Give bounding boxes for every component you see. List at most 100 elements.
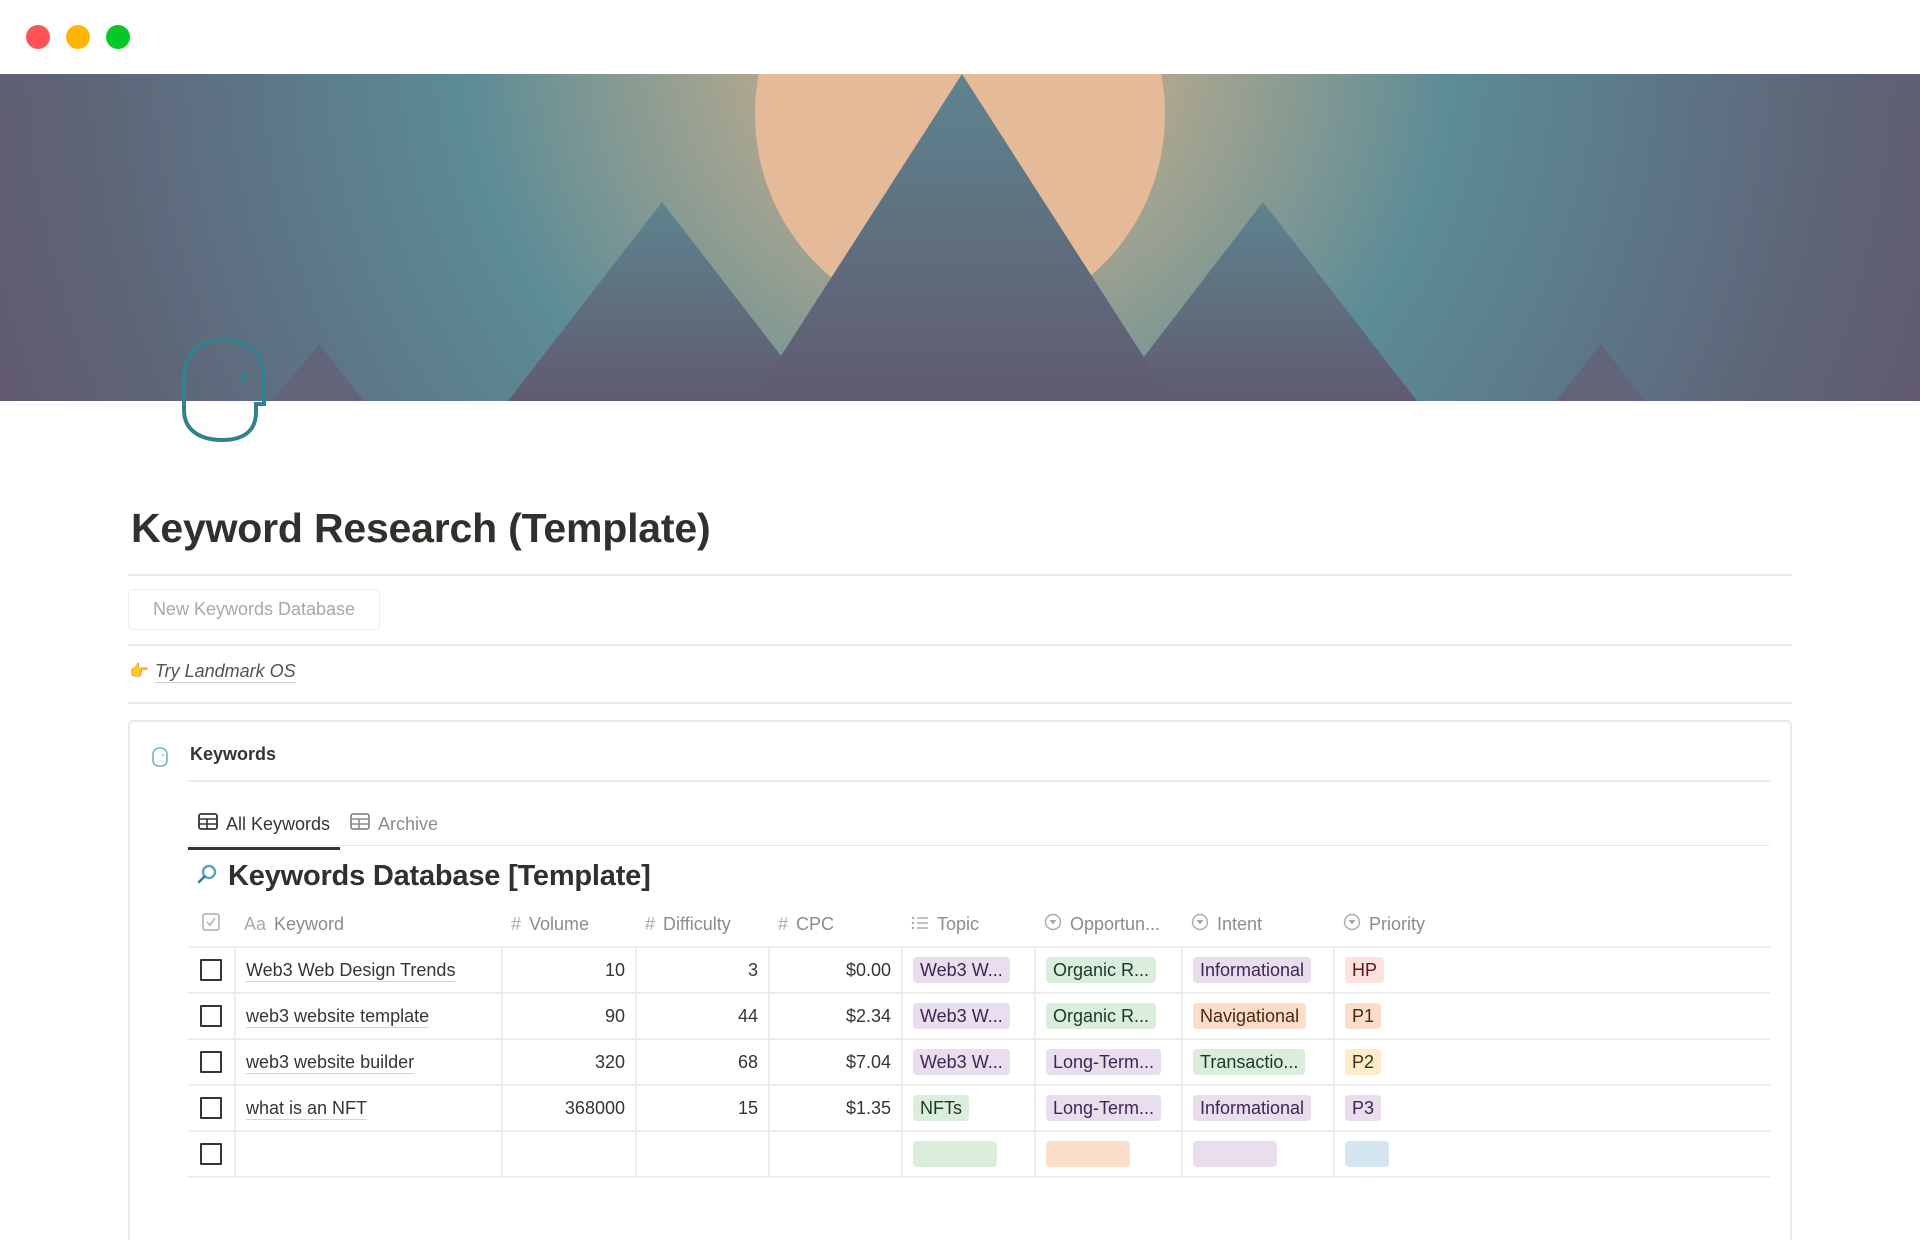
column-header-checkbox[interactable] [188,902,234,946]
select-property-icon [1044,913,1062,936]
priority-tag: P1 [1345,1003,1382,1029]
try-landmark-callout: 👉 Try Landmark OS [129,660,296,683]
table-row[interactable]: web3 website template 90 44 $2.34 Web3 W... O… [188,994,1770,1040]
tab-archive[interactable]: Archive [340,806,448,842]
cell-difficulty[interactable]: 44 [635,994,768,1038]
cell-topic[interactable] [901,1132,1034,1176]
column-header-opportunity[interactable]: Opportun... [1034,902,1181,946]
cell-cpc[interactable]: $7.04 [768,1040,901,1084]
topic-tag: Web3 W... [913,1003,1010,1029]
window-minimize-button[interactable] [66,25,90,49]
cell-priority[interactable] [1333,1132,1770,1176]
cell-cpc[interactable] [768,1132,901,1176]
try-landmark-os-link[interactable]: Try Landmark OS [154,660,296,683]
page-title: Keyword Research (Template) [131,505,711,551]
cell-keyword[interactable]: web3 website template [234,994,501,1038]
cell-volume[interactable]: 10 [501,948,635,992]
cell-opportunity[interactable] [1034,1132,1181,1176]
cell-volume[interactable]: 90 [501,994,635,1038]
row-checkbox[interactable] [200,1097,222,1119]
column-label: Topic [937,913,980,934]
cell-topic[interactable]: NFTs [901,1086,1034,1130]
column-header-priority[interactable]: Priority [1333,902,1770,946]
keywords-table: Aa Keyword # Volume # Difficulty # CPC Topic… [188,902,1770,1180]
cell-keyword[interactable]: what is an NFT [234,1086,501,1130]
table-row[interactable]: what is an NFT 368000 15 $1.35 NFTs Long-Term… [188,1086,1770,1132]
cell-checkbox[interactable] [188,1040,234,1084]
cell-difficulty[interactable]: 3 [635,948,768,992]
table-row[interactable]: Web3 Web Design Trends 10 3 $0.00 Web3 W... O… [188,948,1770,994]
cell-keyword[interactable]: web3 website builder [234,1040,501,1084]
cell-volume[interactable] [501,1132,635,1176]
cell-cpc[interactable]: $2.34 [768,994,901,1038]
column-header-keyword[interactable]: Aa Keyword [234,902,501,946]
keyword-link[interactable]: web3 website builder [246,1051,415,1074]
topic-tag: Web3 W... [913,1049,1010,1075]
cell-cpc[interactable]: $1.35 [768,1086,901,1130]
column-header-topic[interactable]: Topic [901,902,1034,946]
cell-topic[interactable]: Web3 W... [901,1040,1034,1084]
cell-volume[interactable]: 368000 [501,1086,635,1130]
volume-value: 368000 [564,1097,625,1118]
cell-intent[interactable]: Informational [1181,1086,1333,1130]
tab-all-keywords[interactable]: All Keywords [188,806,341,850]
cell-priority[interactable]: P3 [1333,1086,1770,1130]
cell-intent[interactable] [1181,1132,1333,1176]
cell-checkbox[interactable] [188,1132,234,1176]
cell-checkbox[interactable] [188,1086,234,1130]
opportunity-tag: Organic R... [1046,1003,1157,1029]
keyword-link[interactable]: web3 website template [246,1005,430,1028]
row-checkbox[interactable] [200,1051,222,1073]
column-header-difficulty[interactable]: # Difficulty [635,902,768,946]
cell-volume[interactable]: 320 [501,1040,635,1084]
cell-keyword[interactable] [234,1132,501,1176]
mountain-sunset-illustration [0,74,1920,401]
volume-value: 320 [594,1051,625,1072]
cell-opportunity[interactable]: Long-Term... [1034,1086,1181,1130]
cell-opportunity[interactable]: Long-Term... [1034,1040,1181,1084]
cell-topic[interactable]: Web3 W... [901,948,1034,992]
column-header-volume[interactable]: # Volume [501,902,635,946]
column-header-cpc[interactable]: # CPC [768,902,901,946]
cell-difficulty[interactable] [635,1132,768,1176]
window-maximize-button[interactable] [106,25,130,49]
keyword-link[interactable]: Web3 Web Design Trends [246,959,456,982]
cell-opportunity[interactable]: Organic R... [1034,994,1181,1038]
keyword-link[interactable]: what is an NFT [246,1097,368,1120]
row-checkbox[interactable] [200,959,222,981]
intent-tag: Informational [1193,957,1312,983]
cell-intent[interactable]: Informational [1181,948,1333,992]
difficulty-value: 44 [737,1005,758,1026]
database-title[interactable]: Keywords Database [Template] [196,860,651,893]
column-label: Intent [1217,913,1263,934]
divider [188,780,1770,782]
cell-priority[interactable]: P2 [1333,1040,1770,1084]
column-header-intent[interactable]: Intent [1181,902,1333,946]
table-row[interactable] [188,1132,1770,1178]
mouse-icon[interactable] [178,332,274,444]
opportunity-tag: Organic R... [1046,957,1157,983]
cell-opportunity[interactable]: Organic R... [1034,948,1181,992]
table-row[interactable]: web3 website builder 320 68 $7.04 Web3 W... L… [188,1040,1770,1086]
cell-intent[interactable]: Transactio... [1181,1040,1333,1084]
window-close-button[interactable] [26,25,50,49]
row-checkbox[interactable] [200,1005,222,1027]
cell-checkbox[interactable] [188,994,234,1038]
cell-priority[interactable]: HP [1333,948,1770,992]
cpc-value: $1.35 [845,1097,891,1118]
intent-tag: Informational [1193,1095,1312,1121]
cell-topic[interactable]: Web3 W... [901,994,1034,1038]
cell-priority[interactable]: P1 [1333,994,1770,1038]
cell-difficulty[interactable]: 15 [635,1086,768,1130]
cell-intent[interactable]: Navigational [1181,994,1333,1038]
column-label: Difficulty [663,913,731,934]
cell-cpc[interactable]: $0.00 [768,948,901,992]
row-checkbox[interactable] [200,1143,222,1165]
mouse-icon [151,746,169,768]
new-keywords-database-button[interactable]: New Keywords Database [128,589,380,630]
priority-tag: P2 [1345,1049,1382,1075]
cell-checkbox[interactable] [188,948,234,992]
tab-label: All Keywords [226,813,331,834]
cell-keyword[interactable]: Web3 Web Design Trends [234,948,501,992]
cell-difficulty[interactable]: 68 [635,1040,768,1084]
